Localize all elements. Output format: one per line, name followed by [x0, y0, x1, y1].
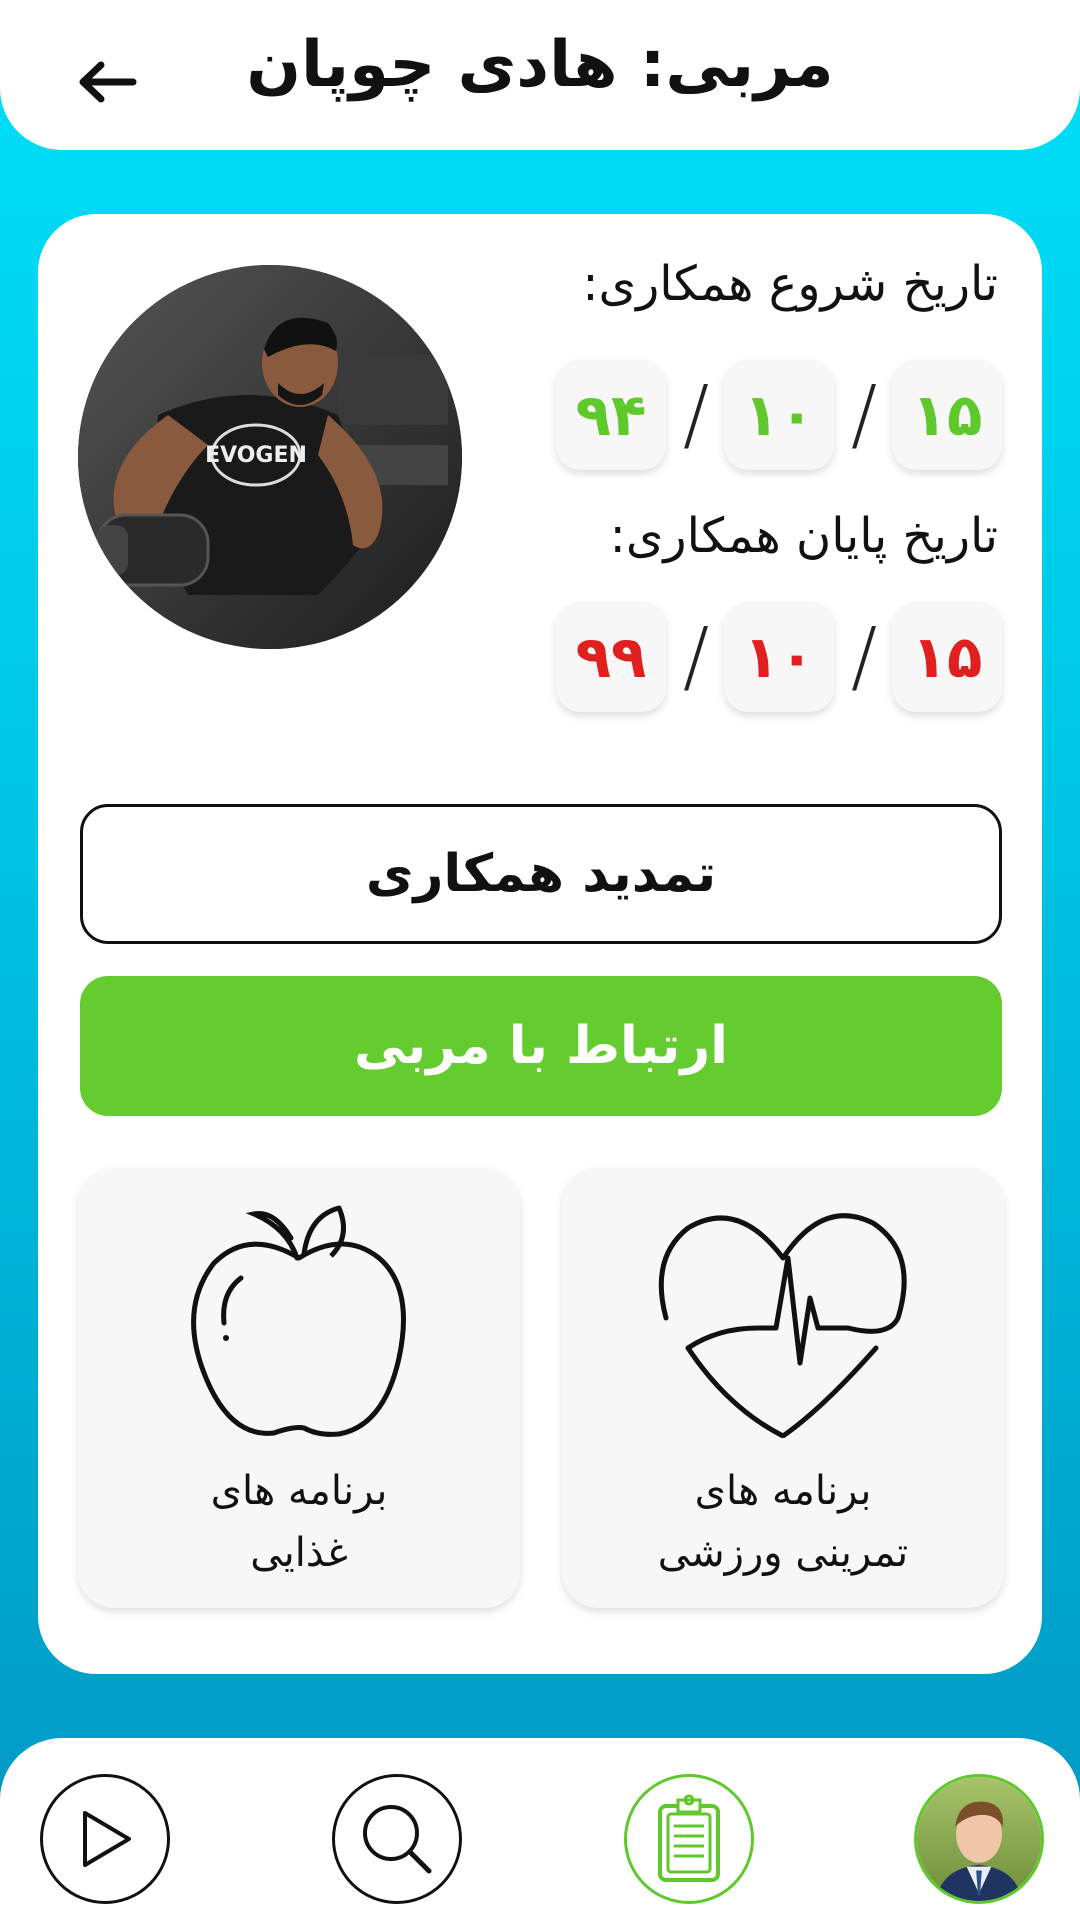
- exercise-programs-line2: تمرینی ورزشی: [657, 1530, 909, 1576]
- user-avatar: [917, 1777, 1041, 1901]
- page-title: مربی: هادی چوپان: [246, 28, 834, 102]
- header-bar: مربی: هادی چوپان: [0, 0, 1080, 150]
- nav-search-button[interactable]: [332, 1774, 462, 1904]
- nav-clipboard-button[interactable]: [624, 1774, 754, 1904]
- start-day: ۱۵: [892, 360, 1002, 470]
- nutrition-programs-tile[interactable]: برنامه های غذایی: [78, 1168, 520, 1608]
- apple-icon: [191, 1205, 406, 1437]
- coach-photo: EVOGEN: [78, 265, 462, 649]
- date-separator: /: [682, 370, 710, 460]
- end-day: ۱۵: [892, 602, 1002, 712]
- end-date-label: تاریخ پایان همکاری:: [609, 508, 998, 564]
- arrow-left-icon: [79, 61, 137, 103]
- back-button[interactable]: [62, 42, 152, 122]
- date-separator: /: [850, 612, 878, 702]
- svg-text:EVOGEN: EVOGEN: [205, 443, 307, 468]
- end-date: ۹۹ / ۱۰ / ۱۵: [556, 602, 1002, 712]
- renew-cooperation-button[interactable]: تمدید همکاری: [80, 804, 1002, 944]
- clipboard-icon: [658, 1794, 720, 1882]
- start-month: ۱۰: [724, 360, 834, 470]
- date-separator: /: [682, 612, 710, 702]
- date-separator: /: [850, 370, 878, 460]
- start-date-label: تاریخ شروع همکاری:: [582, 256, 998, 312]
- play-icon: [83, 1811, 131, 1867]
- start-date: ۹۴ / ۱۰ / ۱۵: [556, 360, 1002, 470]
- search-icon: [363, 1805, 432, 1874]
- nav-profile-button[interactable]: [914, 1774, 1044, 1904]
- nutrition-programs-line2: غذایی: [250, 1530, 348, 1576]
- nutrition-programs-line1: برنامه های: [210, 1468, 388, 1514]
- start-year: ۹۴: [556, 360, 666, 470]
- exercise-programs-tile[interactable]: برنامه های تمرینی ورزشی: [562, 1168, 1004, 1608]
- exercise-programs-line1: برنامه های: [694, 1468, 872, 1514]
- heart-pulse-icon: [658, 1213, 907, 1438]
- nav-play-button[interactable]: [40, 1774, 170, 1904]
- end-month: ۱۰: [724, 602, 834, 712]
- contact-coach-button[interactable]: ارتباط با مربی: [80, 976, 1002, 1116]
- end-year: ۹۹: [556, 602, 666, 712]
